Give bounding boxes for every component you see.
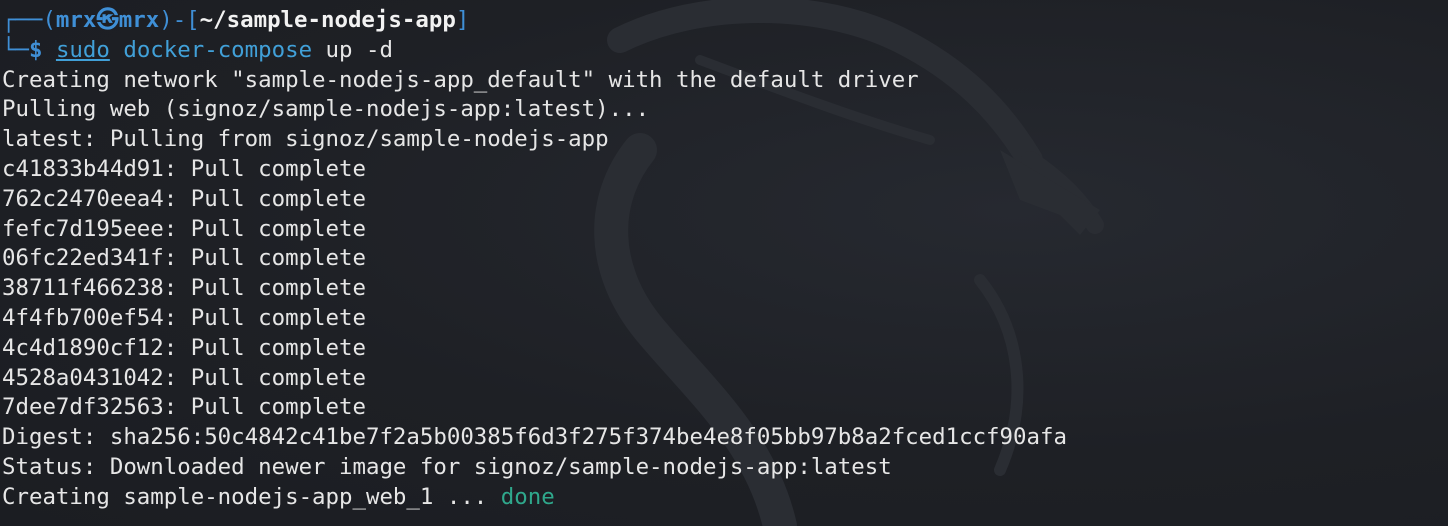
prompt-separator: )-[	[159, 7, 200, 33]
prompt-dollar: $	[28, 36, 43, 63]
terminal-window[interactable]: ┌──(mrx㉿mrx)-[~/sample-nodejs-app] └─$ s…	[0, 0, 1448, 526]
output-line: 38711f466238: Pull complete	[2, 275, 366, 302]
output-line: Status: Downloaded newer image for signo…	[2, 453, 892, 480]
output-line-last: Creating sample-nodejs-app_web_1 ... don…	[2, 483, 1448, 513]
prompt-line: ┌──(mrx㉿mrx)-[~/sample-nodejs-app]	[2, 6, 1448, 36]
output-line: fefc7d195eee: Pull complete	[2, 215, 366, 242]
output-line: c41833b44d91: Pull complete	[2, 155, 366, 182]
status-done: done	[500, 483, 555, 510]
output-line: Creating network "sample-nodejs-app_defa…	[2, 66, 919, 93]
command-sudo: sudo	[55, 36, 110, 63]
prompt-corner-bottom: └─	[2, 36, 29, 63]
skull-icon: ㉿	[96, 7, 119, 33]
prompt-cwd: ~/sample-nodejs-app	[199, 7, 456, 33]
output-line: Pulling web (signoz/sample-nodejs-app:la…	[2, 96, 650, 123]
creating-container-text: Creating sample-nodejs-app_web_1 ...	[2, 483, 501, 510]
terminal-output: ┌──(mrx㉿mrx)-[~/sample-nodejs-app] └─$ s…	[2, 6, 1448, 513]
prompt-close: ]	[455, 7, 470, 33]
command-line[interactable]: └─$ sudo docker-compose up -d	[2, 36, 1448, 66]
output-line: Digest: sha256:50c4842c41be7f2a5b00385f6…	[2, 424, 1067, 451]
output-line: 4528a0431042: Pull complete	[2, 364, 366, 391]
output-line: 762c2470eea4: Pull complete	[2, 185, 366, 212]
prompt-corner-top: ┌──(	[2, 7, 56, 33]
output-line: 7dee7df32563: Pull complete	[2, 394, 366, 421]
output-line: 4c4d1890cf12: Pull complete	[2, 334, 366, 361]
output-line: latest: Pulling from signoz/sample-nodej…	[2, 126, 609, 153]
output-line: 4f4fb700ef54: Pull complete	[2, 304, 366, 331]
prompt-user: mrx	[55, 7, 97, 33]
output-line: 06fc22ed341f: Pull complete	[2, 245, 366, 272]
command-program: docker-compose	[123, 36, 313, 63]
prompt-host: mrx	[118, 7, 160, 33]
command-args: up -d	[312, 36, 393, 63]
